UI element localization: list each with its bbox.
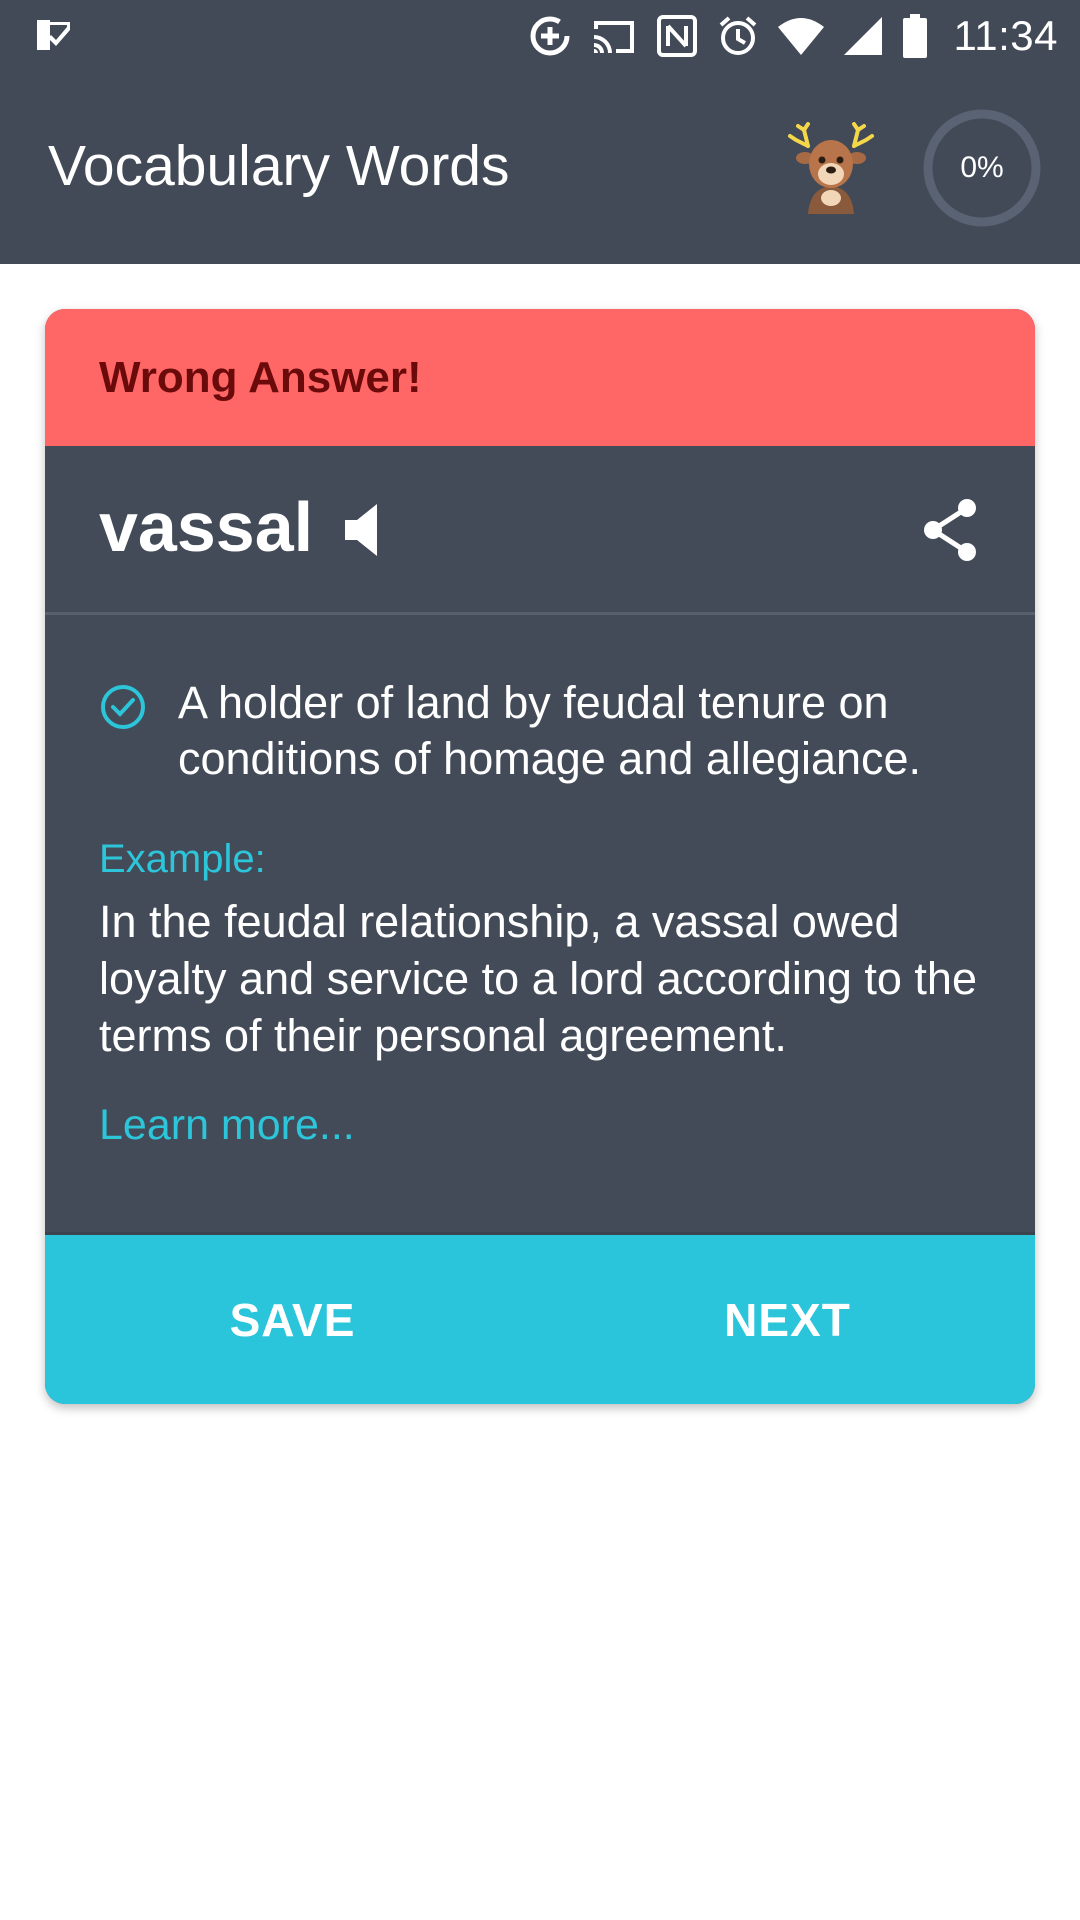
- save-button[interactable]: SAVE: [45, 1235, 540, 1404]
- app-check-icon: [37, 20, 70, 50]
- word-header: vassal: [45, 446, 1035, 615]
- status-icons: 11:34: [528, 0, 1059, 72]
- result-text: Wrong Answer!: [99, 352, 422, 402]
- example-text: In the feudal relationship, a vassal owe…: [99, 896, 977, 1061]
- learn-more-link[interactable]: Learn more...: [99, 1101, 355, 1150]
- next-button[interactable]: NEXT: [540, 1235, 1035, 1404]
- example-label: Example:: [99, 837, 266, 881]
- action-bar: SAVE NEXT: [45, 1232, 1035, 1404]
- data-saver-icon: [530, 16, 569, 56]
- vocab-word: vassal: [99, 488, 314, 566]
- alarm-icon: [719, 16, 756, 55]
- wifi-icon: [777, 18, 824, 55]
- battery-icon: [902, 14, 927, 58]
- cast-icon: [593, 21, 634, 53]
- progress-label: 0%: [960, 151, 1004, 184]
- page-title: Vocabulary Words: [48, 134, 510, 198]
- share-icon[interactable]: [921, 498, 981, 562]
- nfc-icon: [656, 15, 697, 57]
- signal-icon: [843, 17, 882, 55]
- app-bar: Vocabulary Words 0%: [0, 72, 1080, 264]
- word-card: Wrong Answer! vassal A holder of land by…: [45, 309, 1035, 1404]
- check-circle-icon: [101, 685, 145, 729]
- result-banner: Wrong Answer!: [45, 309, 1035, 446]
- status-bar: 11:34: [0, 0, 1080, 72]
- definition-text: A holder of land by feudal tenure on con…: [178, 677, 922, 784]
- status-time: 11:34: [953, 12, 1058, 59]
- deer-icon[interactable]: [786, 122, 876, 214]
- speaker-icon[interactable]: [343, 502, 387, 558]
